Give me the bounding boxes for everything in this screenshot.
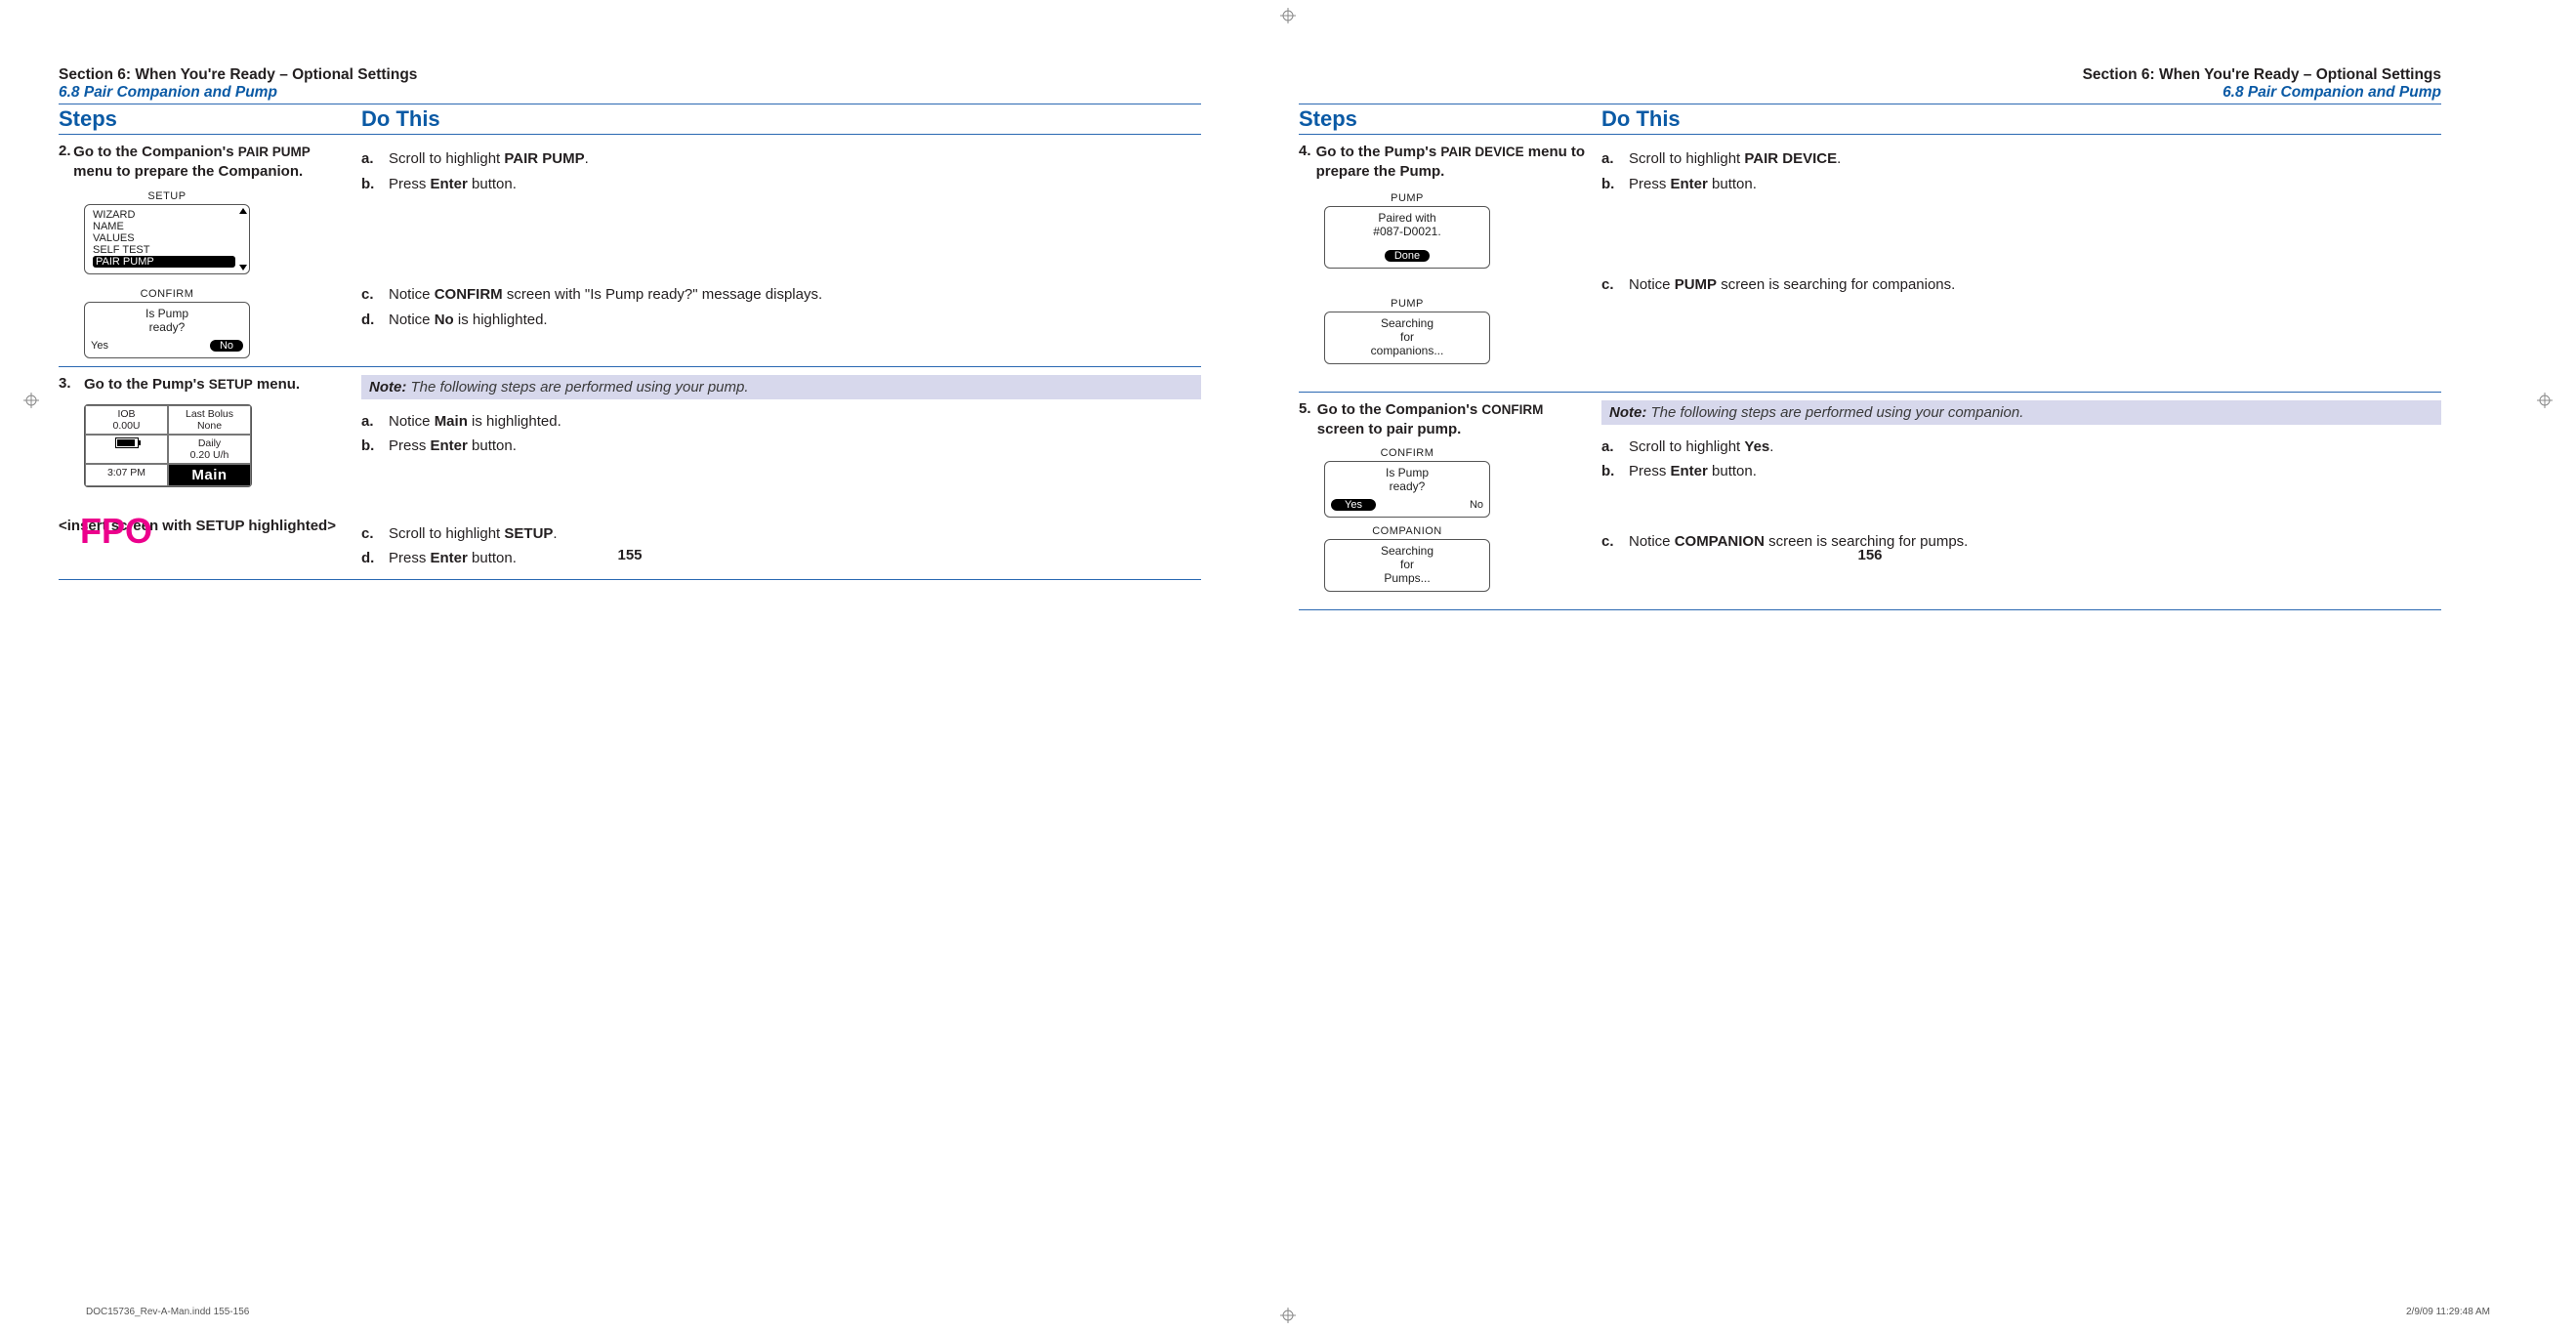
registration-mark-top [1280,8,1296,23]
step-4-text: Go to the Pump's PAIR DEVICE menu to pre… [1316,143,1588,183]
rule [59,579,1201,580]
confirm-screen-2: CONFIRM Is Pump ready? Yes No [1324,447,1490,518]
document-spread: Section 6: When You're Ready – Optional … [0,0,2576,1331]
confirm-yes-selected: Yes [1331,499,1376,511]
step-4-number: 4. [1299,143,1316,183]
running-head-left: Section 6: When You're Ready – Optional … [59,66,1201,102]
pair-pump-selected: PAIR PUMP [93,256,235,268]
step-5-substeps-1: a.Scroll to highlight Yes. b.Press Enter… [1601,435,2441,484]
step-2-number: 2. [59,143,73,183]
step-3-substeps-2: c.Scroll to highlight SETUP. d.Press Ent… [361,521,1201,571]
pump-paired-screen: PUMP Paired with #087-D0021. Done [1324,192,1490,269]
step-4-substeps-2: c.Notice PUMP screen is searching for co… [1601,272,2441,298]
step-2-text: Go to the Companion's PAIR PUMP menu to … [73,143,348,183]
footer-slug: DOC15736_Rev-A-Man.indd 155-156 [86,1307,249,1317]
footer-timestamp: 2/9/09 11:29:48 AM [2406,1307,2490,1317]
step-2-substeps-2: c.Notice CONFIRM screen with "Is Pump re… [361,282,1201,332]
rule [1299,609,2441,610]
section-title: Section 6: When You're Ready – Optional … [1299,66,2441,84]
confirm-screen: CONFIRM Is Pump ready? Yes No [84,288,250,358]
col-head-steps: Steps [59,106,361,134]
companion-searching-screen: COMPANION Searching for Pumps... [1324,525,1490,592]
confirm-yes: Yes [91,340,108,352]
step-5-number: 5. [1299,400,1317,440]
fpo-placeholder: FPO <insert screen with SETUP highlighte… [59,517,348,536]
col-head-steps: Steps [1299,106,1601,134]
scroll-down-icon [239,265,247,270]
step-4-row: 4. Go to the Pump's PAIR DEVICE menu to … [1299,135,2441,372]
step-5-text: Go to the Companion's CONFIRM screen to … [1317,400,1588,440]
pump-main-screen: IOB0.00U Last BolusNone Daily0.20 U/h 3:… [84,404,252,487]
confirm-no: No [1470,499,1483,511]
page-number-156: 156 [1857,547,1882,563]
registration-mark-right [2537,393,2553,408]
done-button: Done [1385,250,1430,262]
main-highlighted: Main [168,464,251,486]
col-head-dothis: Do This [1601,106,1681,134]
step-5-substeps-2: c.Notice COMPANION screen is searching f… [1601,529,2441,555]
page-156: Section 6: When You're Ready – Optional … [1299,29,2441,610]
registration-mark-bottom [1280,1308,1296,1323]
step-3-number: 3. [59,375,84,395]
section-subtitle: 6.8 Pair Companion and Pump [1299,84,2441,102]
page-155: Section 6: When You're Ready – Optional … [59,29,1201,610]
step-5-row: 5. Go to the Companion's CONFIRM screen … [1299,393,2441,601]
note-box: Note: The following steps are performed … [1601,400,2441,425]
confirm-no-selected: No [210,340,243,352]
column-headers: Steps Do This [59,106,1201,134]
fpo-label: FPO [80,509,152,555]
battery-icon [115,437,139,448]
scroll-up-icon [239,208,247,214]
note-box: Note: The following steps are performed … [361,375,1201,399]
step-2-row: 2. Go to the Companion's PAIR PUMP menu … [59,135,1201,366]
step-3-text: Go to the Pump's SETUP menu. [84,375,300,395]
step-2-substeps-1: a.Scroll to highlight PAIR PUMP. b.Press… [361,146,1201,196]
registration-mark-left [23,393,39,408]
step-4-substeps-1: a.Scroll to highlight PAIR DEVICE. b.Pre… [1601,146,2441,196]
col-head-dothis: Do This [361,106,440,134]
pump-searching-screen: PUMP Searching for companions... [1324,298,1490,364]
section-subtitle: 6.8 Pair Companion and Pump [59,84,1201,102]
column-headers: Steps Do This [1299,106,2441,134]
running-head-right: Section 6: When You're Ready – Optional … [1299,66,2441,102]
page-number-155: 155 [617,547,642,563]
step-3-substeps-1: a.Notice Main is highlighted. b.Press En… [361,409,1201,459]
setup-screen: SETUP WIZARD NAME VALUES SELF TEST PAIR … [84,190,250,274]
section-title: Section 6: When You're Ready – Optional … [59,66,1201,84]
